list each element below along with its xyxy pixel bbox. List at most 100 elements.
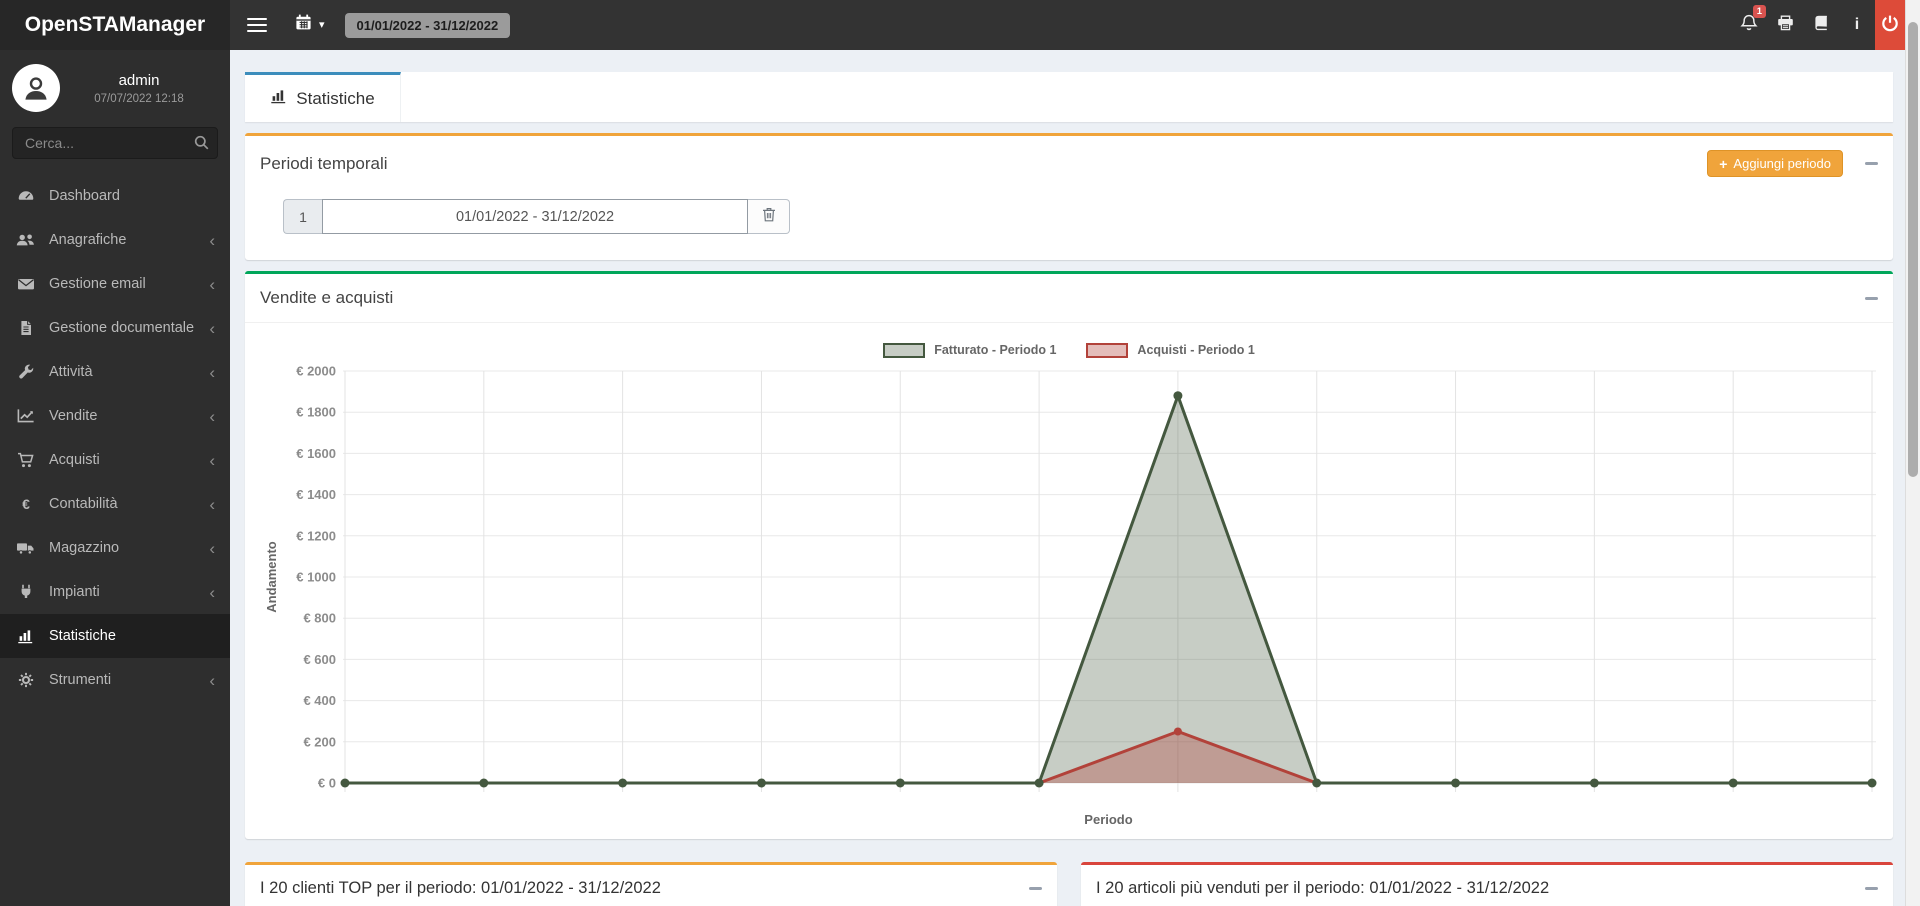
sidebar-item-strumenti[interactable]: Strumenti ‹ (0, 658, 230, 702)
scrollbar-thumb[interactable] (1908, 22, 1918, 477)
sidebar: admin 07/07/2022 12:18 Dashboard Anagraf… (0, 50, 230, 906)
dashboard-icon (15, 188, 36, 204)
info-button[interactable]: i (1839, 0, 1875, 50)
sidebar-item-impianti[interactable]: Impianti ‹ (0, 570, 230, 614)
topbar: OpenSTAManager ▾ 01/01/2022 - 31/12/2022… (0, 0, 1920, 50)
sidebar-item-gestione-email[interactable]: Gestione email ‹ (0, 262, 230, 306)
logout-button[interactable] (1875, 0, 1905, 50)
notification-count-badge: 1 (1753, 5, 1766, 18)
chevron-left-icon: ‹ (209, 320, 215, 337)
power-icon (1881, 14, 1899, 37)
sales-purchases-card: Vendite e acquisti Fatturato - Periodo 1… (245, 271, 1893, 839)
avatar (12, 64, 60, 112)
svg-text:€ 1000: € 1000 (296, 570, 336, 585)
notifications-button[interactable]: 1 (1731, 0, 1767, 50)
legend-item-acquisti[interactable]: Acquisti - Periodo 1 (1086, 343, 1254, 358)
sales-card-title: Vendite e acquisti (260, 288, 393, 308)
active-period-chip[interactable]: 01/01/2022 - 31/12/2022 (345, 13, 511, 38)
svg-text:€ 1400: € 1400 (296, 487, 336, 502)
user-panel: admin 07/07/2022 12:18 (0, 50, 230, 122)
bar-chart-icon (270, 88, 287, 109)
calendar-icon (295, 14, 312, 36)
acquisti-swatch (1086, 343, 1128, 358)
svg-text:€ 1600: € 1600 (296, 446, 336, 461)
sales-chart-area: Fatturato - Periodo 1 Acquisti - Periodo… (245, 323, 1893, 839)
tab-label: Statistiche (296, 89, 374, 109)
top-clients-title: I 20 clienti TOP per il periodo: 01/01/2… (260, 879, 661, 898)
search-input[interactable] (12, 127, 218, 159)
topbar-actions: 1 i (1731, 0, 1905, 50)
sidebar-item-statistiche[interactable]: Statistiche (0, 614, 230, 658)
sidebar-item-acquisti[interactable]: Acquisti ‹ (0, 438, 230, 482)
chevron-left-icon: ‹ (209, 540, 215, 557)
chart-line-icon (15, 408, 36, 424)
sidebar-item-vendite[interactable]: Vendite ‹ (0, 394, 230, 438)
search-submit-button[interactable] (194, 135, 209, 153)
period-row: 1 (283, 199, 790, 234)
fatturato-swatch (883, 343, 925, 358)
svg-text:€ 2000: € 2000 (296, 364, 336, 379)
svg-text:€ 600: € 600 (303, 652, 336, 667)
truck-icon (15, 540, 36, 556)
collapse-periods-button[interactable] (1865, 162, 1878, 165)
printer-icon (1777, 15, 1794, 36)
collapse-clients-button[interactable] (1029, 887, 1042, 890)
sales-line-chart: € 0€ 200€ 400€ 600€ 800€ 1000€ 1200€ 140… (260, 361, 1878, 831)
info-icon: i (1855, 16, 1859, 34)
cart-icon (15, 452, 36, 468)
book-icon (1813, 15, 1829, 36)
sidebar-item-contabilita[interactable]: € Contabilità ‹ (0, 482, 230, 526)
chevron-left-icon: ‹ (209, 276, 215, 293)
user-info: admin 07/07/2022 12:18 (60, 72, 218, 105)
chevron-left-icon: ‹ (209, 452, 215, 469)
search-icon (194, 138, 209, 153)
periods-card-title: Periodi temporali (260, 154, 388, 174)
collapse-articles-button[interactable] (1865, 887, 1878, 890)
sidebar-item-gestione-documentale[interactable]: Gestione documentale ‹ (0, 306, 230, 350)
user-name: admin (60, 72, 218, 89)
chevron-down-icon: ▾ (319, 20, 325, 31)
trash-icon (762, 207, 776, 227)
tab-bar: Statistiche (245, 72, 1893, 122)
login-datetime: 07/07/2022 12:18 (60, 93, 218, 105)
docs-button[interactable] (1803, 0, 1839, 50)
periods-card: Periodi temporali + Aggiungi periodo 1 (245, 133, 1893, 260)
period-index: 1 (283, 199, 322, 234)
sidebar-item-dashboard[interactable]: Dashboard (0, 174, 230, 218)
sidebar-item-attivita[interactable]: Attività ‹ (0, 350, 230, 394)
sidebar-toggle-icon[interactable] (247, 18, 267, 33)
envelope-icon (15, 276, 36, 292)
legend-item-fatturato[interactable]: Fatturato - Periodo 1 (883, 343, 1056, 358)
chevron-left-icon: ‹ (209, 672, 215, 689)
main-content: Statistiche Periodi temporali + Aggiungi… (230, 50, 1920, 906)
document-icon (15, 320, 36, 336)
sales-card-header: Vendite e acquisti (245, 274, 1893, 323)
gear-icon (15, 672, 36, 688)
svg-text:€ 400: € 400 (303, 693, 336, 708)
collapse-sales-button[interactable] (1865, 297, 1878, 300)
add-period-button[interactable]: + Aggiungi periodo (1707, 150, 1843, 177)
app-logo[interactable]: OpenSTAManager (0, 0, 230, 50)
sidebar-menu: Dashboard Anagrafiche ‹ Gestione email ‹… (0, 174, 230, 702)
person-icon (21, 73, 51, 103)
print-button[interactable] (1767, 0, 1803, 50)
chart-legend: Fatturato - Periodo 1 Acquisti - Periodo… (260, 339, 1878, 361)
top-articles-title: I 20 articoli più venduti per il periodo… (1096, 879, 1549, 898)
delete-period-button[interactable] (748, 199, 790, 234)
window-scrollbar[interactable] (1905, 0, 1920, 906)
svg-text:Andamento: Andamento (264, 541, 279, 613)
sidebar-item-magazzino[interactable]: Magazzino ‹ (0, 526, 230, 570)
period-range-input[interactable] (322, 199, 748, 234)
tab-statistiche[interactable]: Statistiche (245, 72, 401, 122)
topbar-main: ▾ 01/01/2022 - 31/12/2022 1 i (230, 0, 1920, 50)
chevron-left-icon: ‹ (209, 584, 215, 601)
period-picker-button[interactable]: ▾ (295, 14, 325, 36)
plug-icon (15, 584, 36, 600)
sidebar-item-anagrafiche[interactable]: Anagrafiche ‹ (0, 218, 230, 262)
periods-card-header: Periodi temporali + Aggiungi periodo (245, 136, 1893, 191)
chevron-left-icon: ‹ (209, 232, 215, 249)
svg-text:€ 800: € 800 (303, 611, 336, 626)
svg-text:€ 1200: € 1200 (296, 528, 336, 543)
top-clients-card: I 20 clienti TOP per il periodo: 01/01/2… (245, 862, 1057, 906)
wrench-icon (15, 364, 36, 380)
